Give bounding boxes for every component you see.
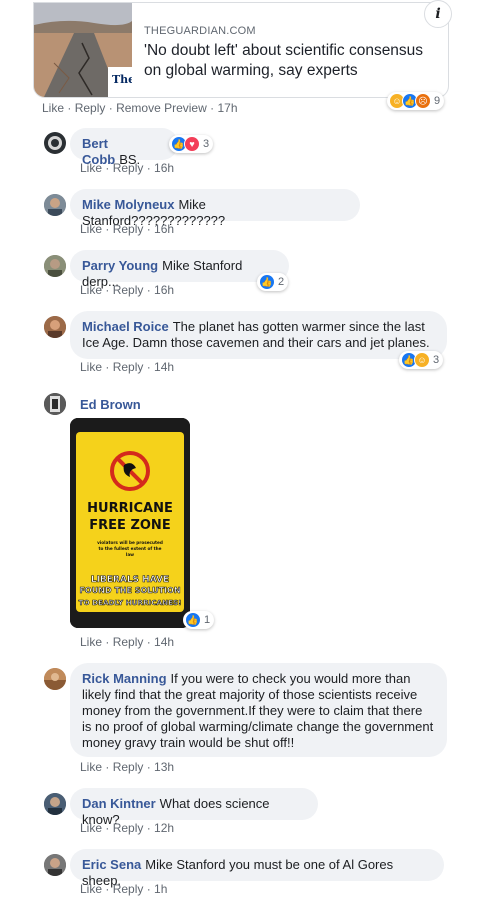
sign-bottom3: TO DEADLY HURRICANES! (79, 598, 182, 607)
avatar[interactable] (44, 316, 66, 338)
like-link[interactable]: Like (42, 101, 64, 115)
preview-source: THEGUARDIAN.COM (144, 25, 256, 37)
commenter-name[interactable]: Michael Roice (82, 319, 169, 334)
comment-bubble: Mike Molyneux Mike Stanford????????????? (70, 189, 360, 228)
reply-link[interactable]: Reply (113, 760, 144, 774)
timestamp: 17h (217, 101, 238, 115)
like-link[interactable]: Like (80, 222, 102, 236)
comment-image[interactable]: HURRICANE FREE ZONE violators will be pr… (70, 418, 190, 628)
preview-title[interactable]: 'No doubt left' about scientific consens… (144, 41, 434, 81)
sign-fine3: law (126, 552, 134, 557)
timestamp: 16h (154, 161, 175, 175)
avatar[interactable] (44, 255, 66, 277)
like-link[interactable]: Like (80, 760, 102, 774)
comment-bubble: Dan Kintner What does science know? (70, 788, 318, 827)
like-icon: 👍 (259, 274, 275, 290)
timestamp: 13h (154, 760, 175, 774)
info-icon[interactable]: i (424, 0, 452, 28)
post-reactions[interactable]: ☺ 👍 ☹ 9 (387, 92, 445, 110)
haha-icon: ☺ (414, 352, 430, 368)
sign-bottom1: LIBERALS HAVE (91, 575, 169, 585)
separator: · (210, 101, 215, 115)
like-link[interactable]: Like (80, 882, 102, 896)
sign-line1: HURRICANE (87, 501, 173, 516)
timestamp: 1h (154, 882, 168, 896)
timestamp: 14h (154, 635, 175, 649)
reaction-count: 9 (434, 95, 441, 107)
sign-line2: FREE ZONE (89, 518, 170, 533)
reaction-count: 1 (204, 614, 211, 626)
timestamp: 16h (154, 283, 175, 297)
avatar[interactable] (44, 132, 66, 154)
timestamp: 14h (154, 360, 175, 374)
avatar[interactable] (44, 194, 66, 216)
commenter-name[interactable]: Parry Young (82, 258, 158, 273)
like-link[interactable]: Like (80, 360, 102, 374)
separator: · (108, 101, 113, 115)
comment-reactions[interactable]: 👍 2 (257, 273, 289, 291)
commenter-name[interactable]: Eric Sena (82, 857, 141, 872)
sign-fine2: to the fullest extent of the (99, 546, 162, 551)
reaction-count: 3 (203, 138, 210, 150)
comment-actions: Like · Reply · 12h (80, 821, 175, 835)
like-link[interactable]: Like (80, 821, 102, 835)
avatar[interactable] (44, 793, 66, 815)
comment-actions: Like · Reply · 14h (80, 360, 175, 374)
avatar[interactable] (44, 668, 66, 690)
comment-reactions[interactable]: 👍 ♥ 3 (169, 135, 214, 153)
commenter-name[interactable]: Ed Brown (80, 397, 141, 412)
reply-link[interactable]: Reply (113, 161, 144, 175)
reply-link[interactable]: Reply (113, 635, 144, 649)
article-thumbnail: The Gua (34, 3, 132, 97)
sign-fine1: violators will be prosecuted (97, 540, 163, 545)
like-link[interactable]: Like (80, 635, 102, 649)
avatar[interactable] (44, 854, 66, 876)
comment-actions: Like · Reply · 13h (80, 760, 175, 774)
link-preview-card[interactable]: The Gua THEGUARDIAN.COM 'No doubt left' … (33, 2, 449, 98)
comment-bubble: Eric Sena Mike Stanford you must be one o… (70, 849, 444, 888)
angry-icon: ☹ (415, 93, 431, 109)
comment-bubble: Rick Manning If you were to check you wou… (70, 663, 447, 757)
commenter-name[interactable]: Dan Kintner (82, 796, 156, 811)
like-link[interactable]: Like (80, 283, 102, 297)
reply-link[interactable]: Reply (113, 882, 144, 896)
comment-actions: Like · Reply · 16h (80, 222, 175, 236)
reply-link[interactable]: Reply (75, 101, 106, 115)
reply-link[interactable]: Reply (113, 821, 144, 835)
thumb-logo-text: The Gua (112, 73, 132, 86)
reply-link[interactable]: Reply (113, 222, 144, 236)
comment-actions: Like · Reply · 16h (80, 161, 175, 175)
remove-preview-link[interactable]: Remove Preview (116, 101, 207, 115)
reaction-count: 3 (433, 354, 440, 366)
comment-bubble: Parry Young Mike Stanford derp... (70, 250, 289, 289)
timestamp: 12h (154, 821, 175, 835)
comment-bubble: Bert Cobb BS. (70, 128, 178, 167)
reply-link[interactable]: Reply (113, 283, 144, 297)
commenter-name[interactable]: Mike Molyneux (82, 197, 174, 212)
comment-reactions[interactable]: 👍 1 (183, 611, 215, 629)
timestamp: 16h (154, 222, 175, 236)
like-icon: 👍 (185, 612, 201, 628)
comment-actions: Like · Reply · 1h (80, 882, 168, 896)
separator: · (67, 101, 72, 115)
comment-bubble: Michael Roice The planet has gotten warme… (70, 311, 447, 359)
commenter-name[interactable]: Rick Manning (82, 671, 167, 686)
comment-actions: Like · Reply · 14h (80, 635, 175, 649)
reaction-count: 2 (278, 276, 285, 288)
love-icon: ♥ (184, 136, 200, 152)
comment-actions: Like · Reply · 16h (80, 283, 175, 297)
sign-bottom2: FOUND THE SOLUTION (79, 586, 180, 595)
comment-reactions[interactable]: 👍 ☺ 3 (399, 351, 444, 369)
reply-link[interactable]: Reply (113, 360, 144, 374)
avatar[interactable] (44, 393, 66, 415)
post-action-bar: Like · Reply · Remove Preview · 17h (42, 101, 238, 115)
like-link[interactable]: Like (80, 161, 102, 175)
